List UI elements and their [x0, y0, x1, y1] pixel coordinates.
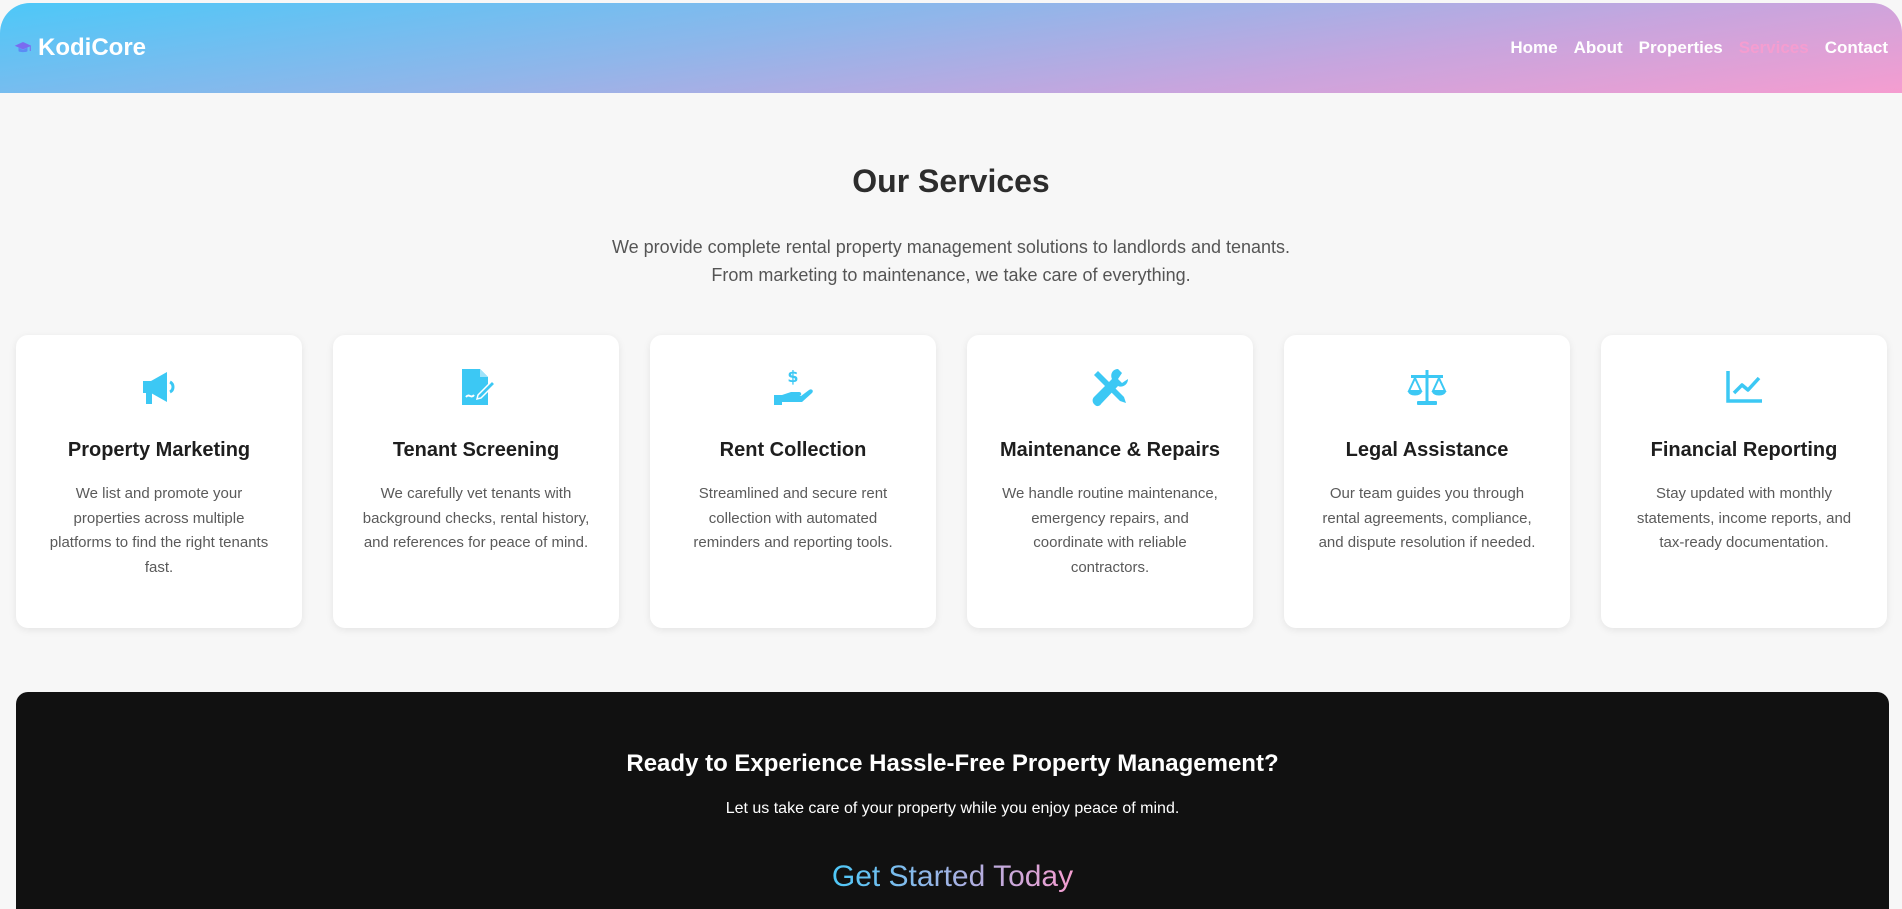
megaphone-icon	[143, 372, 175, 404]
get-started-label[interactable]: Get Started Today	[832, 860, 1073, 893]
card-text: We list and promote your properties acro…	[49, 485, 269, 576]
nav-link-home[interactable]: Home	[1510, 38, 1557, 58]
card-text: Our team guides you through rental agree…	[1318, 485, 1536, 551]
brand[interactable]: KodiCore	[14, 34, 146, 62]
navbar: KodiCore Home About Properties Services …	[0, 3, 1902, 93]
cta-text: Let us take care of your property while …	[725, 800, 1180, 817]
graduation-cap-icon	[14, 42, 32, 53]
services-intro-line-2: From marketing to maintenance, we take c…	[711, 265, 1191, 285]
tools-icon	[1092, 369, 1128, 407]
services-intro-line-1: We provide complete rental property mana…	[611, 237, 1291, 257]
card-title: Rent Collection	[719, 439, 867, 461]
service-card-property-marketing: Property Marketing We list and promote y…	[16, 335, 302, 628]
hand-holding-dollar-icon: $	[774, 367, 813, 405]
nav-link-properties[interactable]: Properties	[1639, 38, 1723, 58]
card-title: Maintenance & Repairs	[999, 439, 1221, 461]
service-card-maintenance-repairs: Maintenance & Repairs We handle routine …	[967, 335, 1253, 628]
brand-name: KodiCore	[38, 34, 146, 61]
card-text: Stay updated with monthly statements, in…	[1636, 485, 1852, 551]
nav-link-contact[interactable]: Contact	[1825, 38, 1888, 58]
service-card-financial-reporting: Financial Reporting Stay updated with mo…	[1601, 335, 1887, 628]
line-chart-icon	[1726, 371, 1762, 403]
cta-title: Ready to Experience Hassle-Free Property…	[626, 750, 1279, 777]
service-card-legal-assistance: Legal Assistance Our team guides you thr…	[1284, 335, 1570, 628]
card-title: Property Marketing	[67, 439, 251, 461]
page-title: Our Services	[852, 163, 1050, 199]
svg-text:$: $	[787, 367, 798, 386]
nav-link-services[interactable]: Services	[1739, 38, 1809, 58]
card-text: We carefully vet tenants with background…	[362, 485, 590, 551]
scale-icon	[1407, 370, 1447, 405]
services-intro: We provide complete rental property mana…	[0, 233, 1902, 289]
card-title: Financial Reporting	[1650, 439, 1838, 461]
card-text: Streamlined and secure rent collection w…	[693, 485, 893, 551]
service-cards: Property Marketing We list and promote y…	[16, 335, 1888, 628]
nav-links: Home About Properties Services Contact	[1510, 38, 1888, 58]
service-card-tenant-screening: Tenant Screening We carefully vet tenant…	[333, 335, 619, 628]
card-text: We handle routine maintenance, emergency…	[1002, 485, 1218, 576]
signed-document-icon	[462, 369, 497, 405]
service-card-rent-collection: $ Rent Collection Streamlined and secure…	[650, 335, 936, 628]
cta-banner: Ready to Experience Hassle-Free Property…	[16, 692, 1889, 909]
card-title: Tenant Screening	[392, 439, 560, 461]
get-started-button[interactable]: Get Started Today	[16, 860, 1889, 894]
nav-link-about[interactable]: About	[1574, 38, 1623, 58]
card-title: Legal Assistance	[1345, 439, 1509, 461]
